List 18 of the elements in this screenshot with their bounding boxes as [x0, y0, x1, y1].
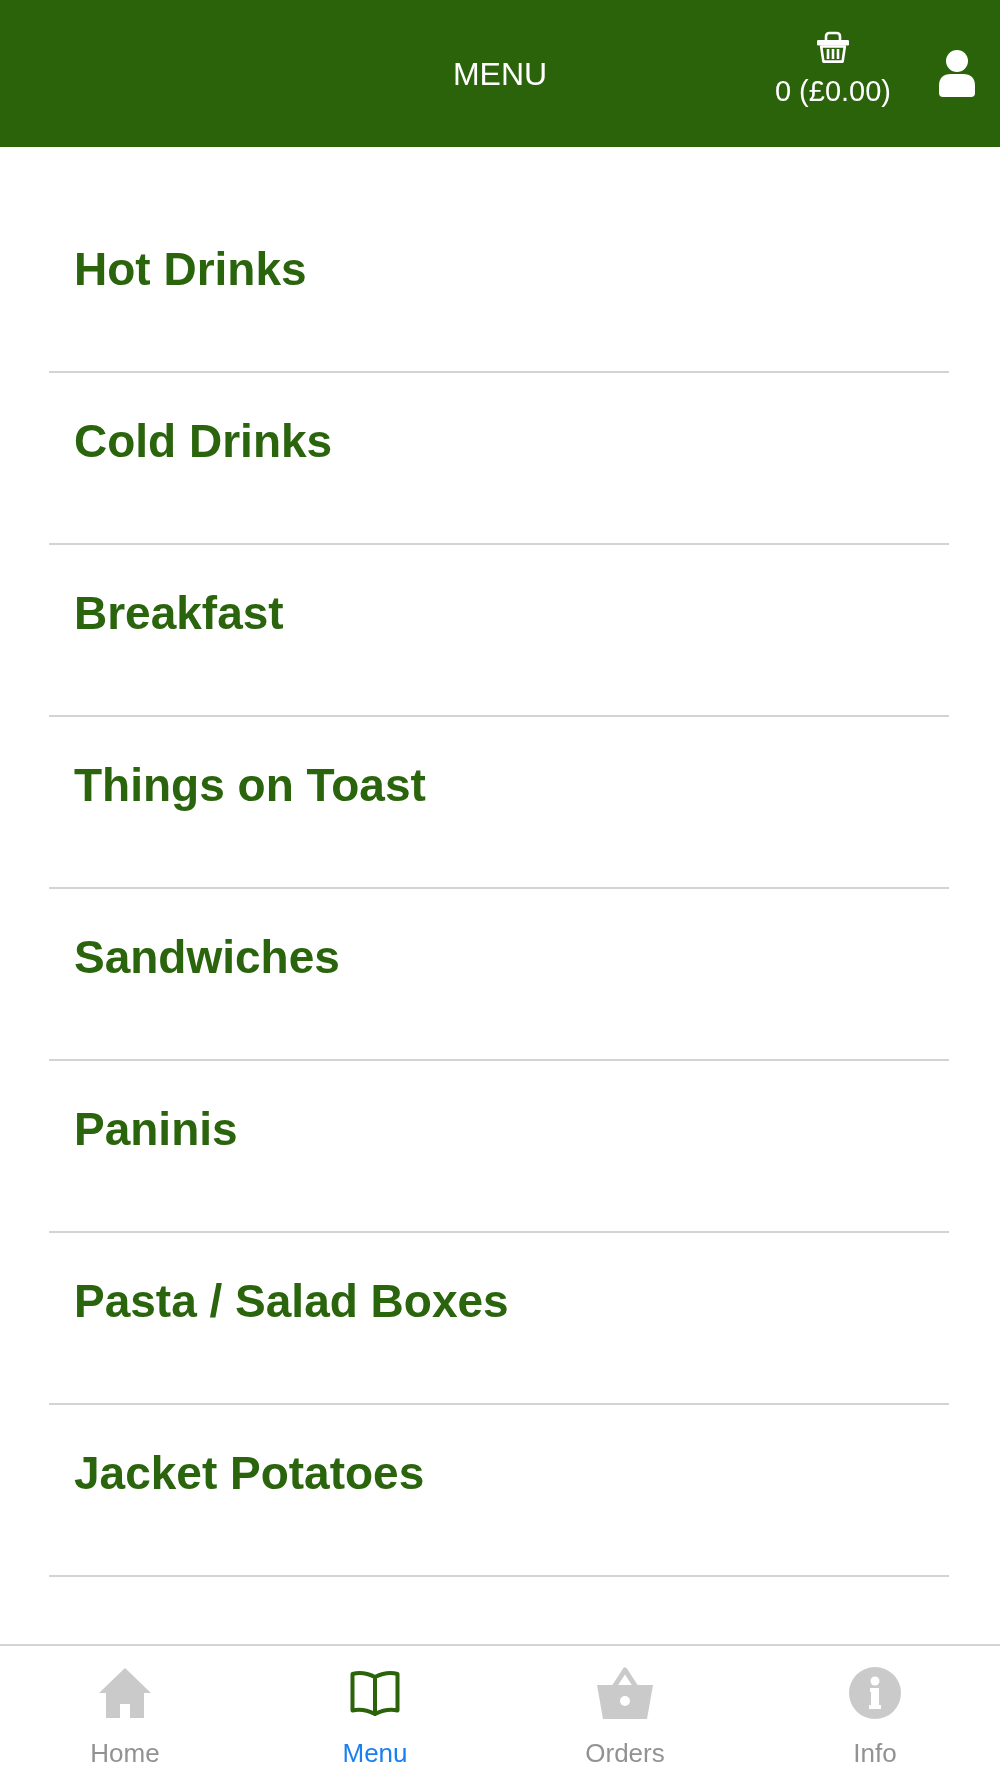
- book-icon: [349, 1669, 401, 1717]
- cart-button[interactable]: 0 (£0.00): [774, 31, 891, 108]
- category-item[interactable]: Pasta / Salad Boxes: [49, 1233, 949, 1405]
- category-item[interactable]: Cold Drinks: [49, 373, 949, 545]
- basket-icon: [816, 31, 849, 63]
- category-item[interactable]: Things on Toast: [49, 717, 949, 889]
- account-button[interactable]: [939, 50, 975, 97]
- tab-button[interactable]: Menu: [250, 1646, 500, 1778]
- category-item[interactable]: Paninis: [49, 1061, 949, 1233]
- user-icon: [939, 50, 975, 97]
- category-item[interactable]: Hot Drinks: [49, 201, 949, 373]
- home-icon: [99, 1668, 151, 1718]
- basket-icon: [597, 1667, 653, 1719]
- category-item[interactable]: Jacket Potatoes: [49, 1405, 949, 1577]
- page-title: MENU: [452, 54, 548, 93]
- category-item[interactable]: Sandwiches: [49, 889, 949, 1061]
- info-icon: [849, 1667, 901, 1719]
- category-item[interactable]: Breakfast: [49, 545, 949, 717]
